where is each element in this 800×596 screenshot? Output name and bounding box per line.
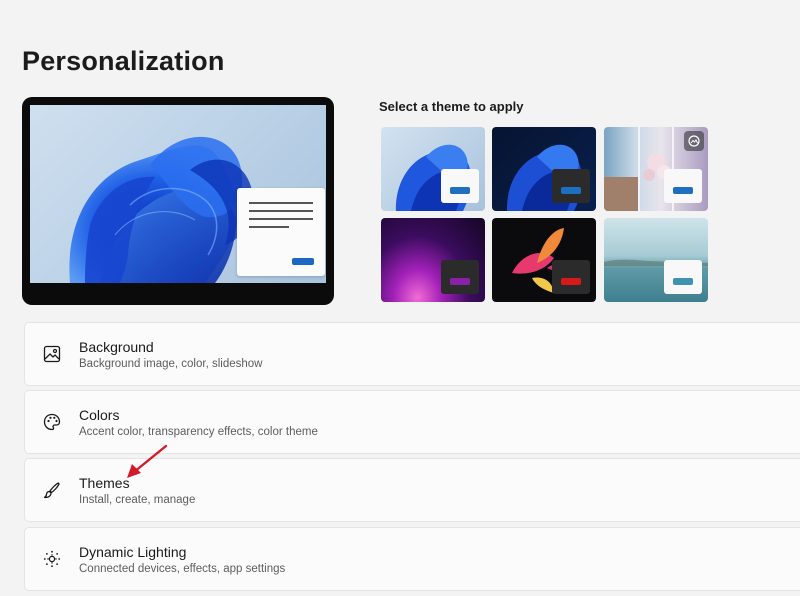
theme-chip bbox=[664, 260, 702, 294]
preview-window-line bbox=[249, 226, 289, 228]
theme-chip bbox=[441, 169, 479, 203]
setting-subtitle: Install, create, manage bbox=[79, 494, 196, 506]
theme-accent-bar bbox=[673, 278, 693, 285]
annotation-arrow-icon bbox=[127, 444, 168, 478]
setting-title: Background bbox=[79, 339, 154, 355]
preview-window-line bbox=[249, 202, 313, 204]
theme-accent-bar bbox=[450, 187, 470, 194]
setting-subtitle: Background image, color, slideshow bbox=[79, 358, 263, 370]
setting-subtitle: Connected devices, effects, app settings bbox=[79, 563, 286, 575]
theme-accent-bar bbox=[561, 187, 581, 194]
setting-dynamic-lighting[interactable]: Dynamic Lighting Connected devices, effe… bbox=[24, 527, 800, 591]
theme-sunrise[interactable] bbox=[604, 218, 708, 302]
theme-chip bbox=[441, 260, 479, 294]
preview-wallpaper bbox=[30, 105, 326, 283]
theme-chip bbox=[664, 169, 702, 203]
theme-windows-light[interactable] bbox=[381, 127, 485, 211]
palette-icon bbox=[43, 413, 61, 431]
preview-window bbox=[237, 188, 325, 276]
theme-flow[interactable] bbox=[492, 218, 596, 302]
dynamic-lighting-icon bbox=[43, 550, 61, 568]
theme-accent-bar bbox=[450, 278, 470, 285]
setting-title: Dynamic Lighting bbox=[79, 544, 187, 560]
theme-chip bbox=[552, 169, 590, 203]
theme-chip bbox=[552, 260, 590, 294]
setting-background[interactable]: Background Background image, color, slid… bbox=[24, 322, 800, 386]
theme-preview bbox=[22, 97, 334, 305]
theme-glow[interactable] bbox=[604, 127, 708, 211]
setting-title: Colors bbox=[79, 407, 120, 423]
page-title: Personalization bbox=[22, 46, 225, 76]
theme-accent-bar bbox=[561, 278, 581, 285]
theme-accent-bar bbox=[673, 187, 693, 194]
image-icon bbox=[43, 345, 61, 363]
preview-window-button bbox=[292, 258, 314, 265]
preview-window-line bbox=[249, 218, 313, 220]
slideshow-badge bbox=[684, 131, 704, 151]
theme-section-label: Select a theme to apply bbox=[379, 99, 524, 114]
preview-window-line bbox=[249, 210, 313, 212]
slideshow-icon bbox=[688, 135, 700, 147]
setting-subtitle: Accent color, transparency effects, colo… bbox=[79, 426, 318, 438]
theme-windows-dark[interactable] bbox=[492, 127, 596, 211]
theme-captured-motion[interactable] bbox=[381, 218, 485, 302]
brush-icon bbox=[43, 482, 60, 499]
